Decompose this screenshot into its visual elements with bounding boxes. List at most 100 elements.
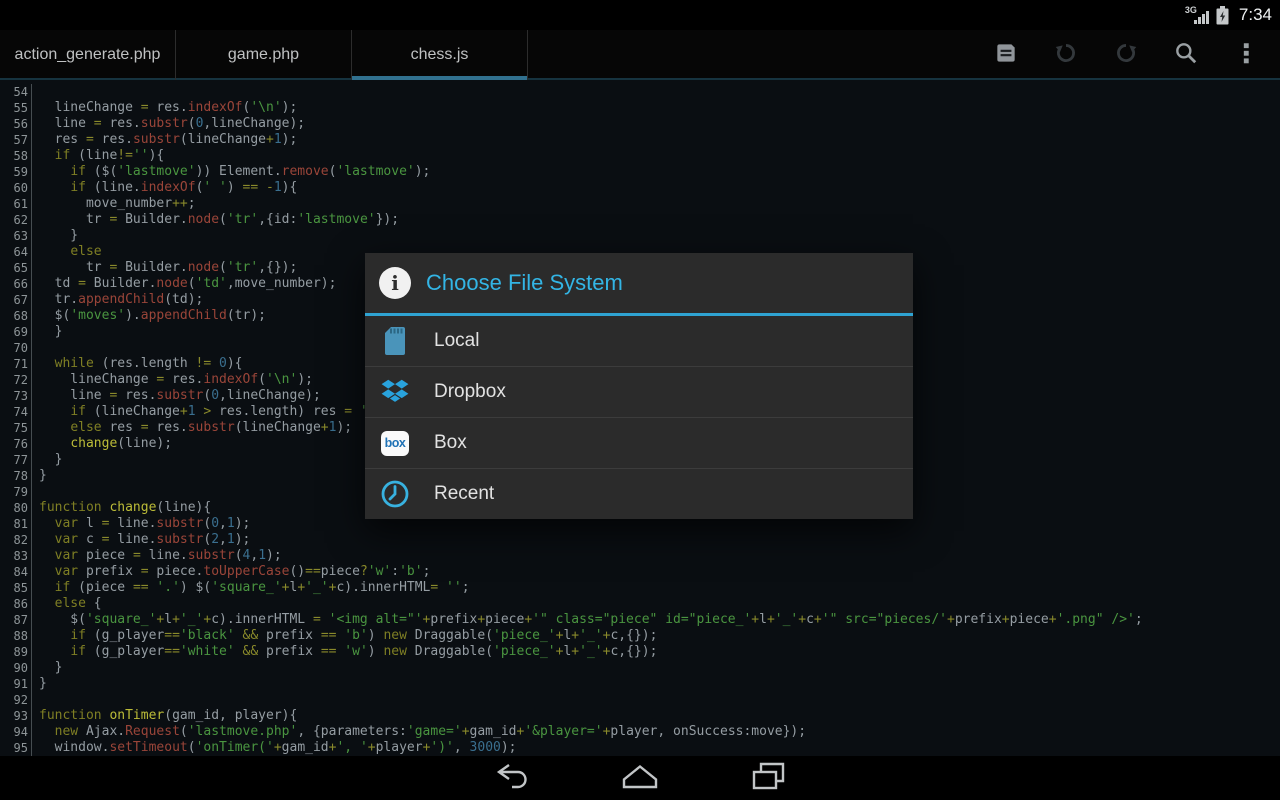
code-line: 95 window.setTimeout('onTimer('+gam_id+'… xyxy=(0,740,1280,756)
line-number: 83 xyxy=(0,548,31,564)
dialog-item-list: Local Dropbox box Box Recent xyxy=(365,316,913,519)
line-number: 91 xyxy=(0,676,31,692)
code-text: var piece = line.substr(4,1); xyxy=(31,548,1280,564)
dialog-item-recent[interactable]: Recent xyxy=(365,468,913,519)
tab-strip: action_generate.php game.php chess.js xyxy=(0,30,528,80)
code-text: $('square_'+l+'_'+c).innerHTML = '<img a… xyxy=(31,612,1280,628)
code-line: 92 xyxy=(0,692,1280,708)
dropbox-icon xyxy=(380,377,410,407)
line-number: 87 xyxy=(0,612,31,628)
code-line: 56 line = res.substr(0,lineChange); xyxy=(0,116,1280,132)
code-text: function onTimer(gam_id, player){ xyxy=(31,708,1280,724)
overflow-menu-button[interactable] xyxy=(1216,30,1276,80)
tab-bar: action_generate.php game.php chess.js xyxy=(0,30,1280,80)
tab-label: game.php xyxy=(228,46,299,64)
search-button[interactable] xyxy=(1156,30,1216,80)
code-text: line = res.substr(0,lineChange); xyxy=(31,116,1280,132)
code-text: var c = line.substr(2,1); xyxy=(31,532,1280,548)
line-number: 54 xyxy=(0,84,31,100)
line-number: 67 xyxy=(0,292,31,308)
line-number: 85 xyxy=(0,580,31,596)
line-number: 95 xyxy=(0,740,31,756)
status-bar: 3G 7:34 xyxy=(0,0,1280,30)
code-text: if (line!=''){ xyxy=(31,148,1280,164)
save-button[interactable] xyxy=(976,30,1036,80)
dialog-item-label: Box xyxy=(434,432,467,454)
code-line: 62 tr = Builder.node('tr',{id:'lastmove'… xyxy=(0,212,1280,228)
line-number: 89 xyxy=(0,644,31,660)
redo-icon xyxy=(1113,40,1139,71)
tab-chess-js[interactable]: chess.js xyxy=(352,30,528,80)
code-text xyxy=(31,692,1280,708)
line-number: 90 xyxy=(0,660,31,676)
line-number: 70 xyxy=(0,340,31,356)
code-line: 59 if ($('lastmove')) Element.remove('la… xyxy=(0,164,1280,180)
code-text: } xyxy=(31,676,1280,692)
code-line: 94 new Ajax.Request('lastmove.php', {par… xyxy=(0,724,1280,740)
clock-time: 7:34 xyxy=(1239,5,1272,25)
code-line: 57 res = res.substr(lineChange+1); xyxy=(0,132,1280,148)
cellular-signal-icon: 3G xyxy=(1185,5,1209,25)
code-text: window.setTimeout('onTimer('+gam_id+', '… xyxy=(31,740,1280,756)
code-line: 54 xyxy=(0,84,1280,100)
dialog-header: i Choose File System xyxy=(365,253,913,316)
code-text: res = res.substr(lineChange+1); xyxy=(31,132,1280,148)
dialog-item-dropbox[interactable]: Dropbox xyxy=(365,366,913,417)
back-button[interactable] xyxy=(484,756,540,800)
code-line: 63 } xyxy=(0,228,1280,244)
code-line: 55 lineChange = res.indexOf('\n'); xyxy=(0,100,1280,116)
line-number: 76 xyxy=(0,436,31,452)
line-number: 69 xyxy=(0,324,31,340)
line-number: 73 xyxy=(0,388,31,404)
code-line: 87 $('square_'+l+'_'+c).innerHTML = '<im… xyxy=(0,612,1280,628)
dialog-item-label: Local xyxy=(434,330,479,352)
recents-button[interactable] xyxy=(740,756,796,800)
line-number: 84 xyxy=(0,564,31,580)
code-text: if ($('lastmove')) Element.remove('lastm… xyxy=(31,164,1280,180)
dialog-item-local[interactable]: Local xyxy=(365,316,913,366)
line-number: 63 xyxy=(0,228,31,244)
code-text: var prefix = piece.toUpperCase()==piece?… xyxy=(31,564,1280,580)
undo-button[interactable] xyxy=(1036,30,1096,80)
line-number: 71 xyxy=(0,356,31,372)
line-number: 88 xyxy=(0,628,31,644)
code-line: 82 var c = line.substr(2,1); xyxy=(0,532,1280,548)
code-text: if (piece == '.') $('square_'+l+'_'+c).i… xyxy=(31,580,1280,596)
code-line: 89 if (g_player=='white' && prefix == 'w… xyxy=(0,644,1280,660)
tab-action_generate-php[interactable]: action_generate.php xyxy=(0,30,176,80)
code-line: 83 var piece = line.substr(4,1); xyxy=(0,548,1280,564)
line-number: 81 xyxy=(0,516,31,532)
code-text: } xyxy=(31,660,1280,676)
line-number: 61 xyxy=(0,196,31,212)
code-text: else { xyxy=(31,596,1280,612)
tab-game-php[interactable]: game.php xyxy=(176,30,352,80)
code-text: if (g_player=='black' && prefix == 'b') … xyxy=(31,628,1280,644)
overflow-menu-icon xyxy=(1233,40,1259,71)
line-number: 92 xyxy=(0,692,31,708)
code-text: move_number++; xyxy=(31,196,1280,212)
recents-icon xyxy=(748,759,788,798)
floppy-disk-icon xyxy=(993,40,1019,71)
back-icon xyxy=(492,759,532,798)
dialog-item-box[interactable]: box Box xyxy=(365,417,913,468)
info-icon: i xyxy=(379,267,411,299)
line-number: 75 xyxy=(0,420,31,436)
box-icon: box xyxy=(380,428,410,458)
code-line: 58 if (line!=''){ xyxy=(0,148,1280,164)
line-number: 82 xyxy=(0,532,31,548)
search-icon xyxy=(1173,40,1199,71)
code-text: } xyxy=(31,228,1280,244)
code-text: tr = Builder.node('tr',{id:'lastmove'}); xyxy=(31,212,1280,228)
line-number: 72 xyxy=(0,372,31,388)
home-button[interactable] xyxy=(612,756,668,800)
dialog-title: Choose File System xyxy=(426,270,623,296)
code-line: 84 var prefix = piece.toUpperCase()==pie… xyxy=(0,564,1280,580)
sdcard-icon xyxy=(380,326,410,356)
tab-label: action_generate.php xyxy=(15,46,161,64)
line-number: 56 xyxy=(0,116,31,132)
redo-button[interactable] xyxy=(1096,30,1156,80)
home-icon xyxy=(618,759,662,798)
line-number: 66 xyxy=(0,276,31,292)
line-number: 58 xyxy=(0,148,31,164)
line-number: 74 xyxy=(0,404,31,420)
